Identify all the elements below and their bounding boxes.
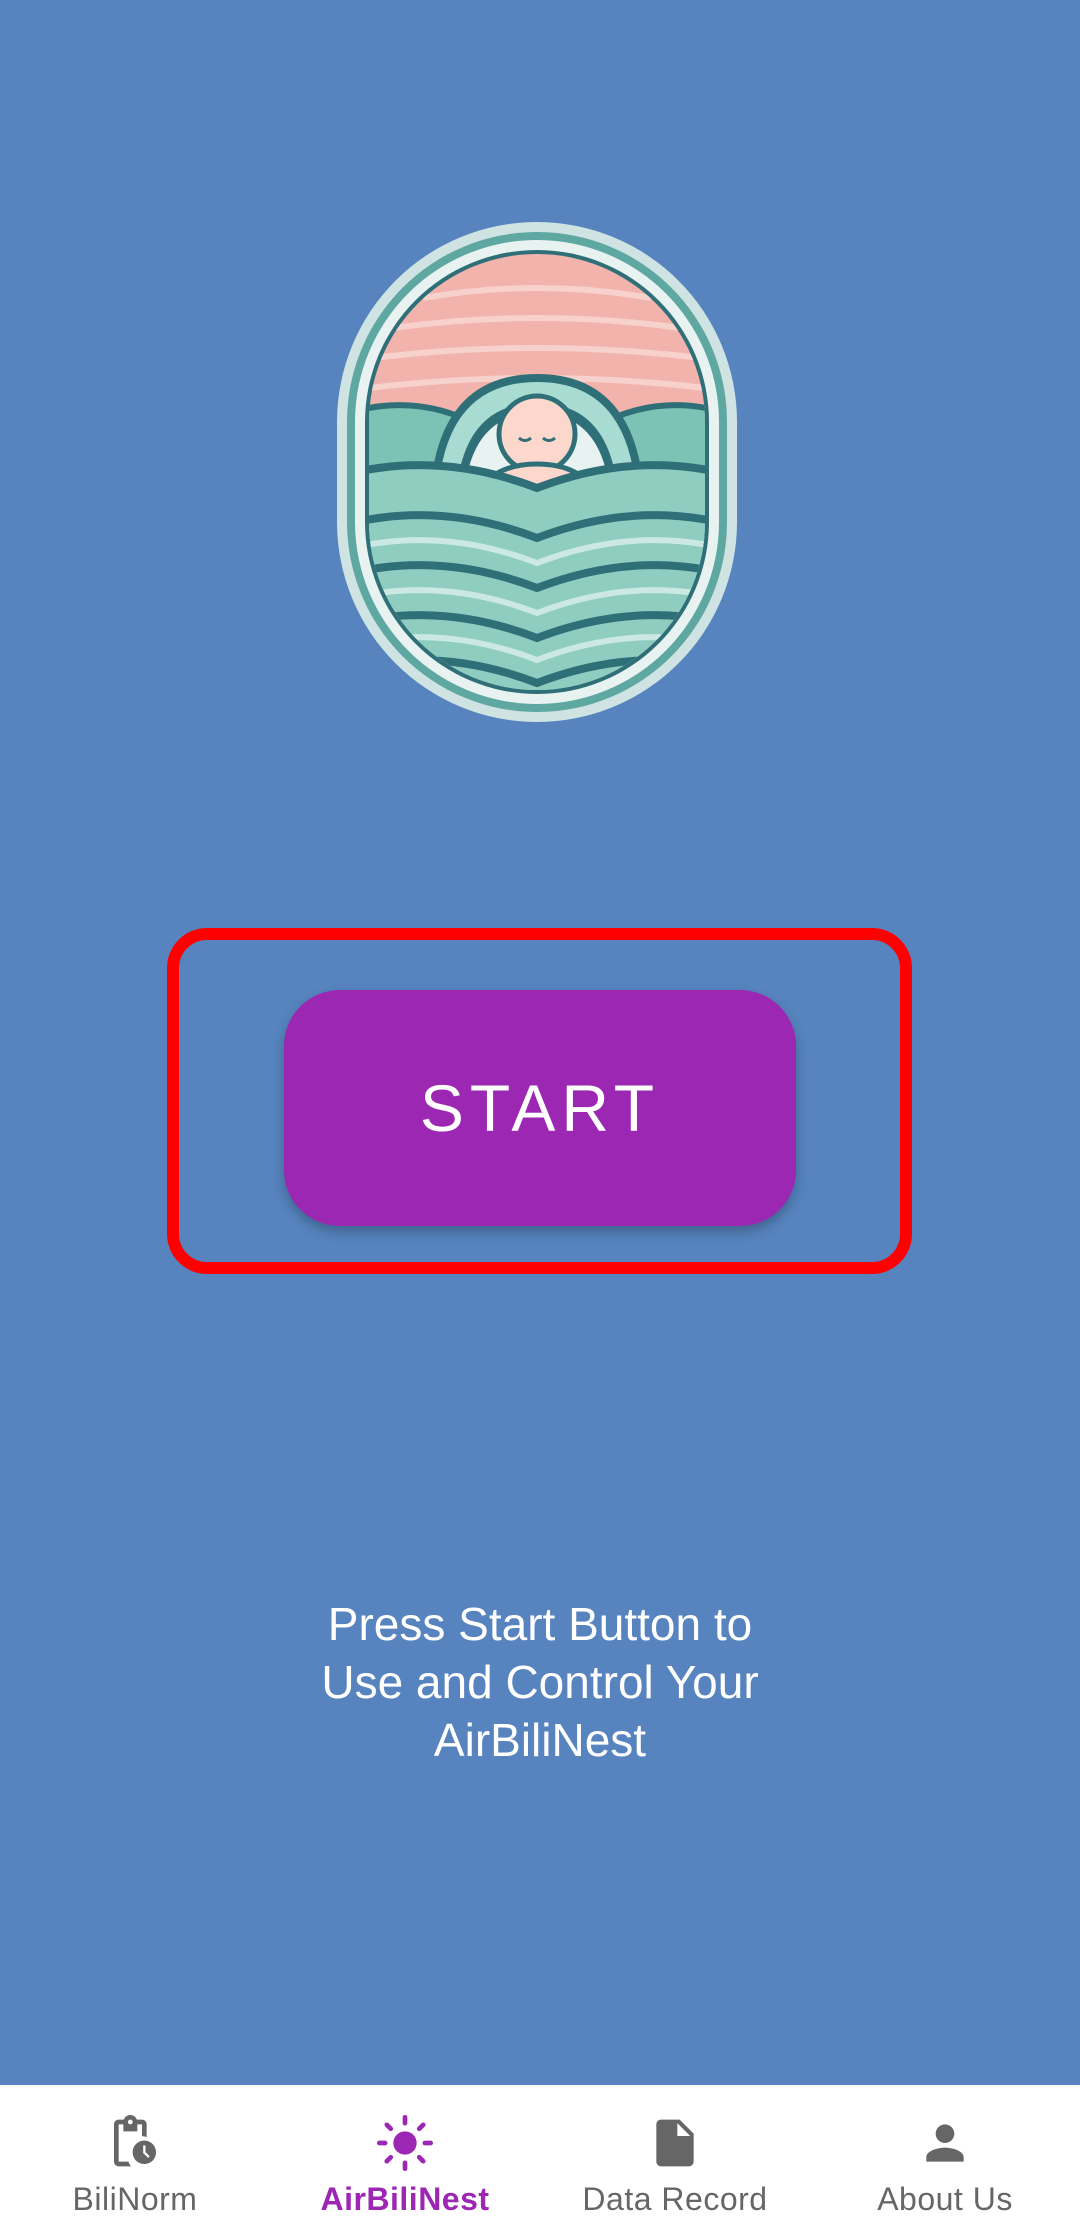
nav-label: About Us	[877, 2181, 1013, 2217]
clipboard-clock-icon	[105, 2113, 165, 2173]
person-icon	[915, 2113, 975, 2173]
main-screen: START Press Start Button to Use and Cont…	[0, 0, 1080, 2085]
nav-label: Data Record	[582, 2181, 768, 2217]
nav-item-airbilinest[interactable]: AirBiliNest	[270, 2085, 540, 2236]
instructions-text: Press Start Button to Use and Control Yo…	[321, 1598, 759, 1766]
nav-item-bilinorm[interactable]: BiliNorm	[0, 2085, 270, 2236]
nav-item-about-us[interactable]: About Us	[810, 2085, 1080, 2236]
nav-item-data-record[interactable]: Data Record	[540, 2085, 810, 2236]
app-logo	[333, 218, 741, 726]
nav-label: AirBiliNest	[320, 2181, 490, 2217]
start-button[interactable]: START	[284, 990, 796, 1226]
nav-label: BiliNorm	[72, 2181, 198, 2217]
bottom-navigation: BiliNorm AirBiliNest Data Record About U…	[0, 2085, 1080, 2236]
sun-icon	[375, 2113, 435, 2173]
document-icon	[645, 2113, 705, 2173]
